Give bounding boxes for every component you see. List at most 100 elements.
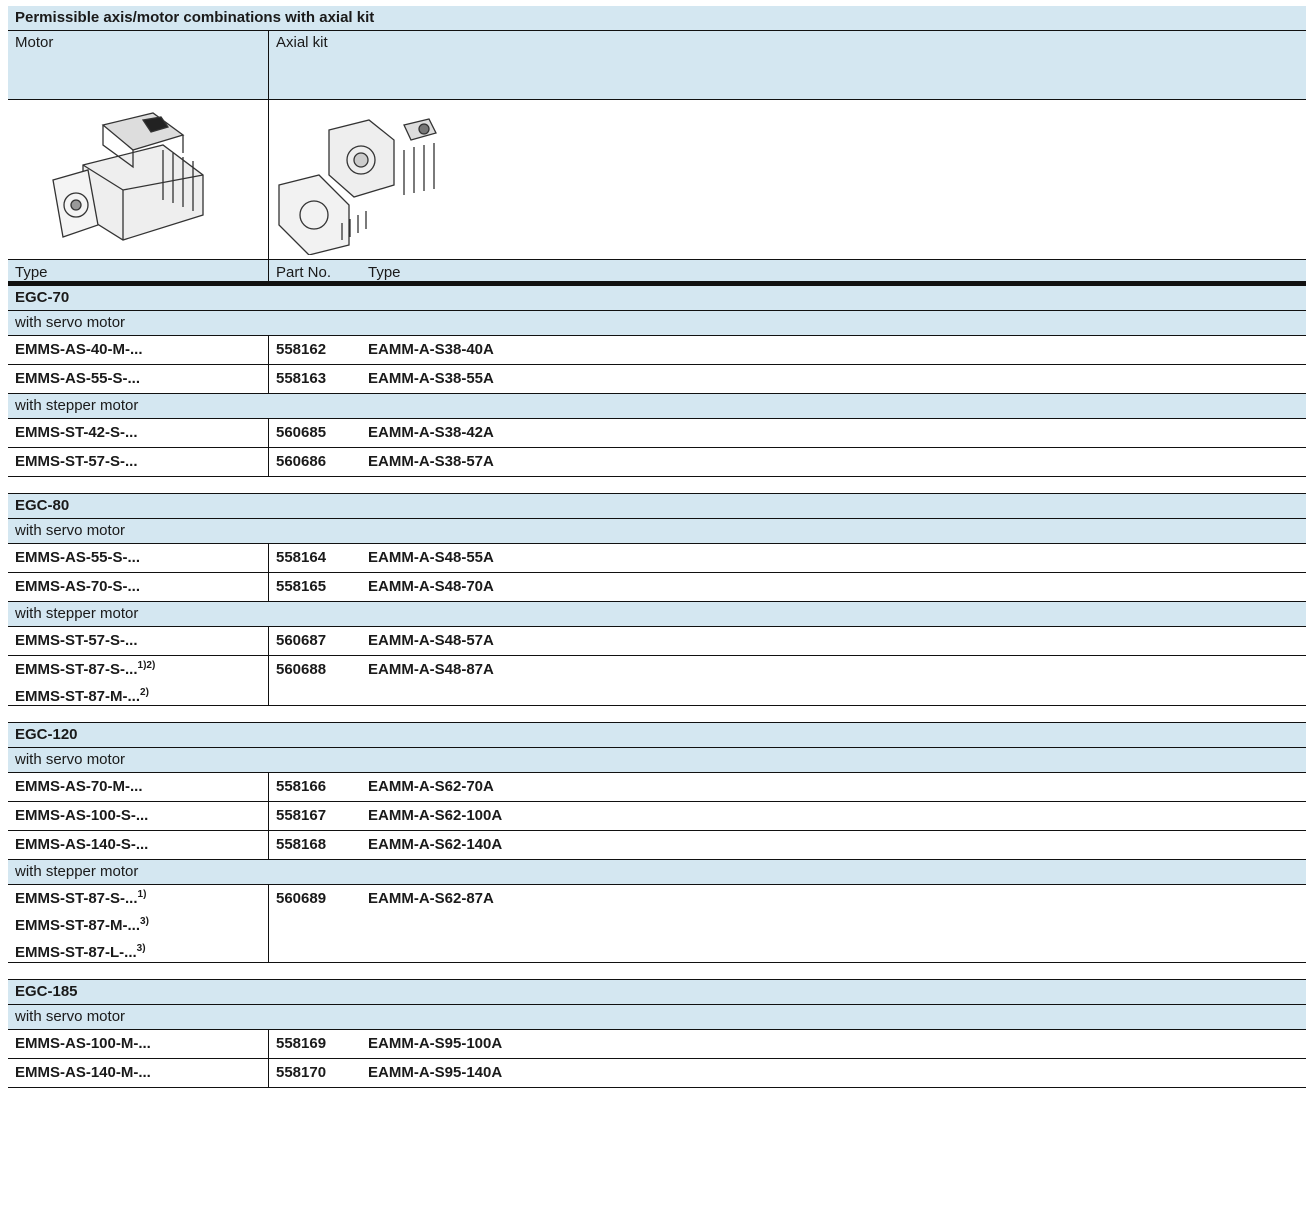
- axial-kit-cell: 558167 EAMM-A-S62-100A: [268, 802, 1306, 830]
- table-title: Permissible axis/motor combinations with…: [8, 6, 1306, 31]
- kit-type: EAMM-A-S38-40A: [368, 341, 494, 358]
- motor-type-cell: EMMS-ST-87-S-...1)2) EMMS-ST-87-M-...2): [8, 656, 268, 706]
- part-number: 558167: [276, 807, 327, 824]
- motor-type: EMMS-AS-140-M-...: [15, 1059, 268, 1087]
- part-no-column-header: Part No.: [276, 264, 332, 281]
- motor-type-name: EMMS-ST-87-S-...: [15, 661, 138, 678]
- group-spacer: [8, 706, 1306, 723]
- motor-type: EMMS-ST-87-M-...3): [15, 912, 268, 939]
- motor-header: Motor: [15, 34, 54, 51]
- motor-type: EMMS-ST-57-S-...: [15, 448, 268, 476]
- footnote-marker: 3): [140, 916, 149, 927]
- motor-type-name: EMMS-AS-100-M-...: [15, 1035, 151, 1052]
- table-row: EMMS-AS-55-S-... 558163 EAMM-A-S38-55A: [8, 365, 1306, 394]
- motor-section-label: with stepper motor: [8, 602, 1306, 627]
- part-number: 560686: [276, 453, 327, 470]
- axial-kit-cell: 560685 EAMM-A-S38-42A: [268, 419, 1306, 447]
- kit-type: EAMM-A-S38-57A: [368, 453, 494, 470]
- axial-kit-cell: 558162 EAMM-A-S38-40A: [268, 336, 1306, 364]
- motor-type: EMMS-ST-87-L-...3): [15, 939, 268, 966]
- motor-type-cell: EMMS-AS-55-S-...: [8, 365, 268, 393]
- motor-type-cell: EMMS-AS-100-S-...: [8, 802, 268, 830]
- motor-type: EMMS-ST-87-S-...1)2): [15, 656, 268, 683]
- axial-kit-image-cell: [268, 100, 1306, 259]
- group-spacer: [8, 477, 1306, 494]
- axis-group-title: EGC-80: [8, 494, 1306, 519]
- motor-type-cell: EMMS-AS-55-S-...: [8, 544, 268, 572]
- part-number: 558165: [276, 578, 327, 595]
- table-row: EMMS-AS-100-M-... 558169 EAMM-A-S95-100A: [8, 1030, 1306, 1059]
- motor-type: EMMS-ST-87-S-...1): [15, 885, 268, 912]
- motor-type-name: EMMS-ST-87-M-...: [15, 917, 141, 934]
- part-number: 558166: [276, 778, 327, 795]
- motor-section-label: with stepper motor: [8, 860, 1306, 885]
- motor-type: EMMS-AS-100-S-...: [15, 802, 268, 830]
- motor-type-cell: EMMS-AS-70-M-...: [8, 773, 268, 801]
- table-row: EMMS-ST-87-S-...1)2) EMMS-ST-87-M-...2) 56…: [8, 656, 1306, 706]
- axis-group-title: EGC-120: [8, 723, 1306, 748]
- servo-motor-image: [52, 112, 204, 241]
- kit-type: EAMM-A-S38-42A: [368, 424, 494, 441]
- kit-type: EAMM-A-S62-140A: [368, 836, 503, 853]
- table-row: EMMS-AS-55-S-... 558164 EAMM-A-S48-55A: [8, 544, 1306, 573]
- column-header-row: Type Part No. Type: [8, 260, 1306, 286]
- motor-type-name: EMMS-ST-87-L-...: [15, 944, 137, 961]
- motor-type-cell: EMMS-AS-40-M-...: [8, 336, 268, 364]
- footnote-marker: 1)2): [137, 660, 156, 671]
- kit-type: EAMM-A-S48-70A: [368, 578, 494, 595]
- motor-type-name: EMMS-ST-87-S-...: [15, 890, 138, 907]
- motor-type-name: EMMS-AS-55-S-...: [15, 549, 141, 566]
- motor-type: EMMS-ST-57-S-...: [15, 627, 268, 655]
- image-row: [8, 100, 1306, 260]
- table-row: EMMS-AS-70-S-... 558165 EAMM-A-S48-70A: [8, 573, 1306, 602]
- motor-type-name: EMMS-ST-57-S-...: [15, 453, 138, 470]
- axial-kit-cell: 558164 EAMM-A-S48-55A: [268, 544, 1306, 572]
- motor-type: EMMS-AS-100-M-...: [15, 1030, 268, 1058]
- part-number: 558168: [276, 836, 327, 853]
- axial-kit-cell: 558168 EAMM-A-S62-140A: [268, 831, 1306, 859]
- axial-kit-cell: 560688 EAMM-A-S48-87A: [268, 656, 1306, 705]
- motor-type-name: EMMS-ST-42-S-...: [15, 424, 138, 441]
- axial-kit-cell: 558166 EAMM-A-S62-70A: [268, 773, 1306, 801]
- axial-kit-cell: 560686 EAMM-A-S38-57A: [268, 448, 1306, 476]
- table-row: EMMS-ST-42-S-... 560685 EAMM-A-S38-42A: [8, 419, 1306, 448]
- table-row: EMMS-ST-87-S-...1) EMMS-ST-87-M-...3) EMMS…: [8, 885, 1306, 963]
- axial-kit-cell: 558170 EAMM-A-S95-140A: [268, 1059, 1306, 1087]
- header-row: Motor Axial kit: [8, 31, 1306, 100]
- motor-type-cell: EMMS-ST-57-S-...: [8, 448, 268, 476]
- footnote-marker: 1): [137, 889, 147, 900]
- motor-type: EMMS-AS-40-M-...: [15, 336, 268, 364]
- kit-type: EAMM-A-S62-70A: [368, 778, 494, 795]
- kit-type: EAMM-A-S62-100A: [368, 807, 503, 824]
- axial-kit-cell: 560689 EAMM-A-S62-87A: [268, 885, 1306, 962]
- motor-section-label: with servo motor: [8, 748, 1306, 773]
- group-spacer: [8, 963, 1306, 980]
- part-number: 558164: [276, 549, 327, 566]
- type-column-header: Type: [15, 264, 48, 281]
- footnote-marker: 3): [136, 943, 146, 954]
- motor-type-cell: EMMS-ST-87-S-...1) EMMS-ST-87-M-...3) EMMS…: [8, 885, 268, 962]
- part-number: 560687: [276, 632, 327, 649]
- motor-type-cell: EMMS-AS-70-S-...: [8, 573, 268, 601]
- part-number: 558163: [276, 370, 327, 387]
- motor-type-name: EMMS-ST-87-M-...: [15, 688, 141, 705]
- motor-type-cell: EMMS-AS-140-S-...: [8, 831, 268, 859]
- axial-kit-cell: 560687 EAMM-A-S48-57A: [268, 627, 1306, 655]
- motor-type: EMMS-AS-70-M-...: [15, 773, 268, 801]
- kit-type: EAMM-A-S48-57A: [368, 632, 494, 649]
- motor-type-name: EMMS-ST-57-S-...: [15, 632, 138, 649]
- motor-type-cell: EMMS-ST-57-S-...: [8, 627, 268, 655]
- motor-section-label: with servo motor: [8, 519, 1306, 544]
- motor-type: EMMS-AS-140-S-...: [15, 831, 268, 859]
- kit-type: EAMM-A-S48-87A: [368, 661, 494, 678]
- part-number: 558162: [276, 341, 327, 358]
- table-row: EMMS-AS-140-S-... 558168 EAMM-A-S62-140A: [8, 831, 1306, 860]
- motor-type: EMMS-ST-42-S-...: [15, 419, 268, 447]
- motor-type-name: EMMS-AS-40-M-...: [15, 341, 143, 358]
- motor-section-label: with servo motor: [8, 311, 1306, 336]
- axis-group-title: EGC-185: [8, 980, 1306, 1005]
- motor-type-cell: EMMS-AS-140-M-...: [8, 1059, 268, 1087]
- motor-type-cell: EMMS-AS-100-M-...: [8, 1030, 268, 1058]
- axial-kit-cell: 558163 EAMM-A-S38-55A: [268, 365, 1306, 393]
- part-number: 558170: [276, 1064, 327, 1081]
